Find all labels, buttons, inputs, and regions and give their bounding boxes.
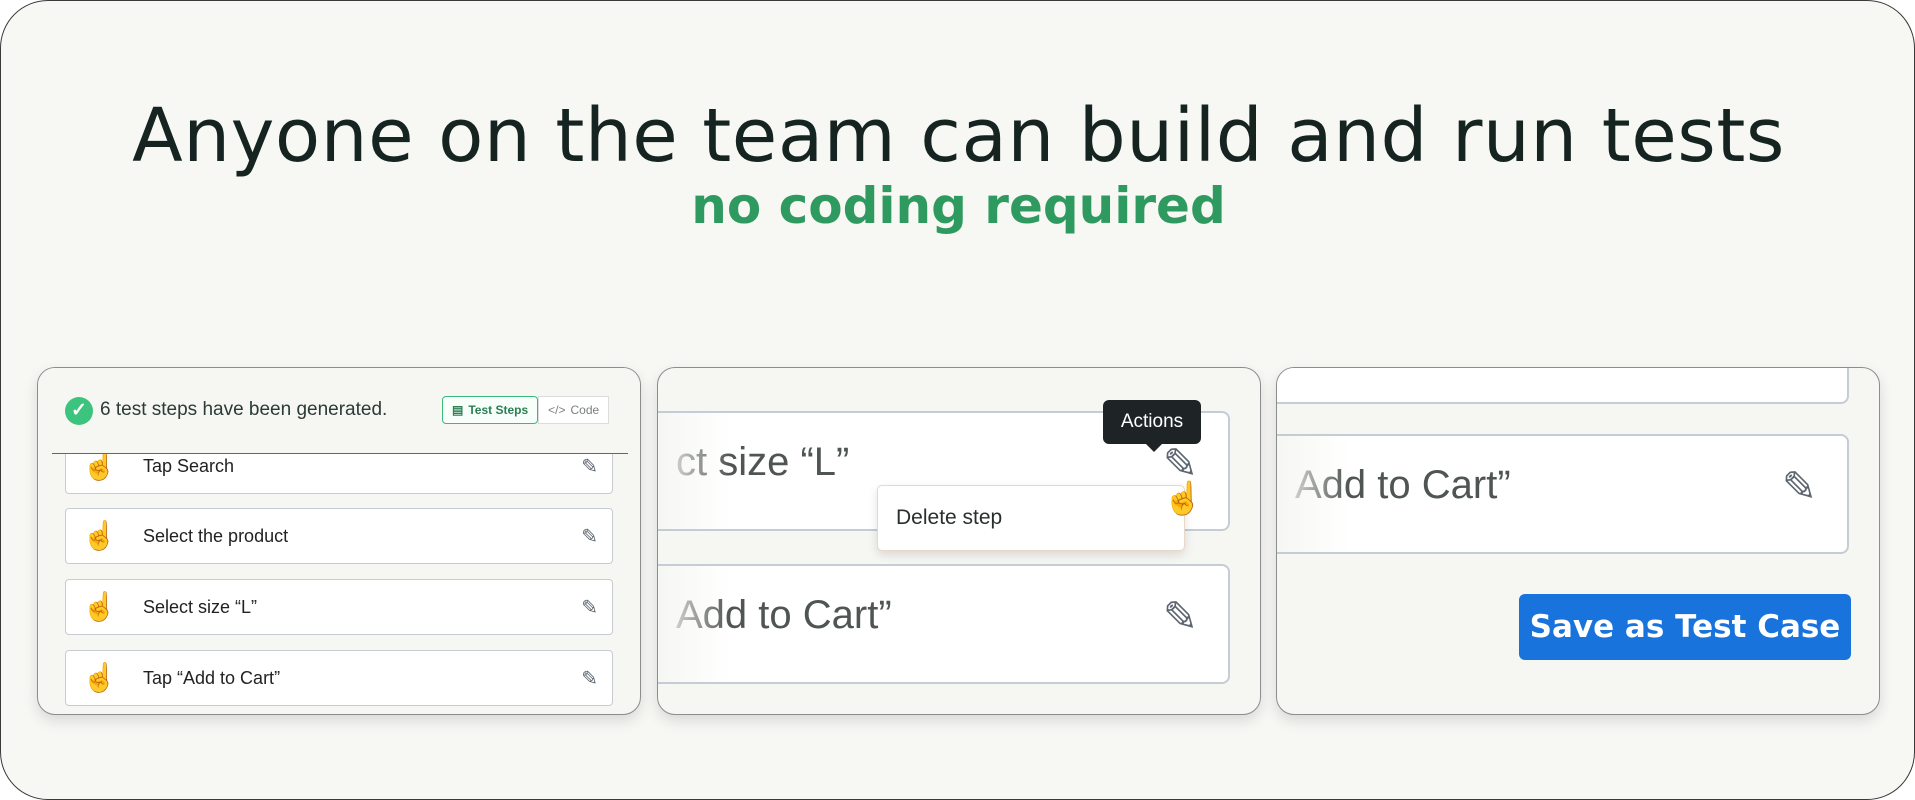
edit-icon[interactable]: ✎ [581, 454, 598, 479]
step-item[interactable] [1277, 368, 1849, 404]
save-as-test-case-button[interactable]: Save as Test Case [1519, 594, 1851, 660]
view-toggle: ▤ Test Steps </> Code [442, 396, 610, 424]
step-label: Tap Search [143, 456, 235, 476]
step-item[interactable]: Add to Cart” ✎ [1277, 434, 1849, 554]
step-item[interactable]: ☝ Select the product ✎ [65, 508, 613, 564]
edit-icon[interactable]: ✎ [1163, 592, 1198, 641]
edit-icon[interactable]: ✎ [581, 524, 598, 549]
fade-overlay [1277, 436, 1349, 552]
save-card: Add to Cart” ✎ [1276, 367, 1880, 715]
divider [52, 453, 628, 454]
status-message: 6 test steps have been generated. [100, 399, 388, 420]
hand-cursor-icon: ☝ [1163, 480, 1203, 516]
actions-tooltip: Actions [1103, 400, 1201, 452]
document-icon: ▤ [452, 403, 464, 417]
step-label: Select size “L” [143, 597, 258, 617]
swipe-icon: ☝ [82, 520, 117, 551]
card-header: ✓ 6 test steps have been generated. ▤ Te… [38, 368, 640, 454]
step-item[interactable]: ☝ Tap “Add to Cart” ✎ [65, 650, 613, 706]
edit-icon[interactable]: ✎ [581, 666, 598, 691]
tap-icon: ☝ [82, 662, 117, 693]
slide-frame: Anyone on the team can build and run tes… [0, 0, 1915, 800]
page-title: Anyone on the team can build and run tes… [132, 93, 1785, 179]
generated-steps-card: ☝ Tap Search ✎ ✓ 6 test steps have been … [37, 367, 641, 715]
step-item[interactable]: Add to Cart” ✎ [658, 564, 1230, 684]
tab-code[interactable]: </> Code [538, 396, 610, 424]
step-item[interactable]: ☝ Select size “L” ✎ [65, 579, 613, 635]
delete-step-option[interactable]: Delete step [896, 506, 1002, 530]
fade-overlay [658, 413, 730, 529]
rotate-gesture-icon: ☝ [82, 591, 117, 622]
tab-test-steps[interactable]: ▤ Test Steps [442, 396, 539, 424]
edit-icon[interactable]: ✎ [581, 595, 598, 620]
step-label: Select the product [143, 526, 289, 546]
code-icon: </> [548, 403, 566, 417]
check-icon: ✓ [65, 397, 93, 425]
step-label: Tap “Add to Cart” [143, 668, 281, 688]
context-menu: Delete step [877, 485, 1185, 551]
edit-icon[interactable]: ✎ [1782, 462, 1817, 511]
fade-overlay [658, 566, 730, 682]
page-subtitle: no coding required [691, 177, 1226, 235]
